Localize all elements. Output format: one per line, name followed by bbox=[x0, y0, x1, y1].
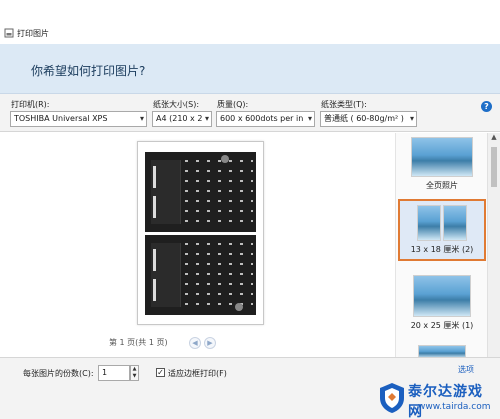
quality-select[interactable]: 600 x 600dots per in ▾ bbox=[216, 111, 315, 127]
photo-app-icon bbox=[4, 28, 14, 38]
copies-stepper[interactable]: ▲ ▼ bbox=[130, 365, 139, 381]
watermark-logo: 泰尔达游戏网 www.tairda.com bbox=[378, 380, 496, 419]
paper-type-select[interactable]: 普通纸 ( 60-80g/m² ) ▾ bbox=[320, 111, 417, 127]
gallery-scrollbar[interactable]: ▲ bbox=[487, 133, 500, 357]
window-title: 打印图片 bbox=[17, 29, 49, 38]
scroll-thumb[interactable] bbox=[491, 147, 497, 187]
print-preview-area: 第 1 页(共 1 页) ◀ ▶ bbox=[0, 133, 394, 357]
layout-thumbnail bbox=[413, 275, 471, 317]
copies-input[interactable]: 1 bbox=[98, 365, 130, 381]
printer-select[interactable]: TOSHIBA Universal XPS ▾ bbox=[10, 111, 147, 127]
paper-preview bbox=[137, 141, 264, 325]
paper-type-label: 纸张类型(T): bbox=[321, 100, 367, 109]
prev-page-icon[interactable]: ◀ bbox=[189, 337, 201, 349]
title-bar: 打印图片 bbox=[0, 0, 500, 44]
help-icon[interactable]: ? bbox=[481, 101, 492, 112]
paper-size-value: A4 (210 x 2 bbox=[156, 114, 203, 123]
print-settings-bar: 打印机(R): TOSHIBA Universal XPS ▾ 纸张大小(S):… bbox=[0, 94, 500, 132]
next-page-icon[interactable]: ▶ bbox=[204, 337, 216, 349]
layout-gallery: 全页照片 13 x 18 厘米 (2) 20 x 25 厘米 (1) bbox=[395, 133, 487, 357]
scroll-up-icon[interactable]: ▲ bbox=[488, 133, 500, 145]
layout-option-20x25[interactable]: 20 x 25 厘米 (1) bbox=[400, 273, 484, 331]
paper-size-select[interactable]: A4 (210 x 2 ▾ bbox=[152, 111, 212, 127]
paper-size-label: 纸张大小(S): bbox=[153, 100, 200, 109]
printer-label: 打印机(R): bbox=[11, 100, 50, 109]
layout-option-label: 13 x 18 厘米 (2) bbox=[410, 245, 474, 254]
printer-value: TOSHIBA Universal XPS bbox=[14, 114, 108, 123]
spin-up-icon[interactable]: ▲ bbox=[131, 366, 138, 373]
layout-option-13x18[interactable]: 13 x 18 厘米 (2) bbox=[398, 199, 486, 261]
shield-icon bbox=[380, 383, 404, 413]
quality-label: 质量(Q): bbox=[217, 100, 249, 109]
checkbox-icon[interactable]: ✓ bbox=[156, 368, 165, 377]
layout-thumbnail bbox=[418, 345, 466, 357]
layout-option-full-page[interactable]: 全页照片 bbox=[400, 135, 484, 193]
spin-down-icon[interactable]: ▼ bbox=[131, 373, 138, 380]
chevron-down-icon: ▾ bbox=[204, 114, 209, 123]
layout-option-label: 全页照片 bbox=[426, 181, 458, 190]
chevron-down-icon: ▾ bbox=[307, 114, 312, 123]
layout-thumbnail bbox=[411, 137, 473, 177]
quality-value: 600 x 600dots per in bbox=[220, 114, 304, 123]
watermark-url: www.tairda.com bbox=[418, 402, 491, 412]
layout-thumbnail bbox=[417, 205, 467, 241]
preview-photo-1 bbox=[145, 152, 256, 232]
paper-type-value: 普通纸 ( 60-80g/m² ) bbox=[324, 114, 404, 123]
preview-photo-2 bbox=[145, 235, 256, 315]
page-indicator: 第 1 页(共 1 页) bbox=[109, 338, 168, 347]
fit-to-frame-label[interactable]: 适应边框打印(F) bbox=[168, 368, 227, 379]
watermark-brand: 泰尔达游戏网 bbox=[408, 384, 483, 419]
layout-option-more[interactable] bbox=[400, 343, 484, 357]
chevron-down-icon: ▾ bbox=[139, 114, 144, 123]
question-header: 你希望如何打印图片? bbox=[0, 44, 500, 94]
copies-label: 每张图片的份数(C): bbox=[23, 369, 94, 378]
page-question: 你希望如何打印图片? bbox=[31, 64, 146, 78]
options-link[interactable]: 选项 bbox=[458, 364, 474, 375]
chevron-down-icon: ▾ bbox=[409, 114, 414, 123]
layout-option-label: 20 x 25 厘米 (1) bbox=[410, 321, 474, 330]
